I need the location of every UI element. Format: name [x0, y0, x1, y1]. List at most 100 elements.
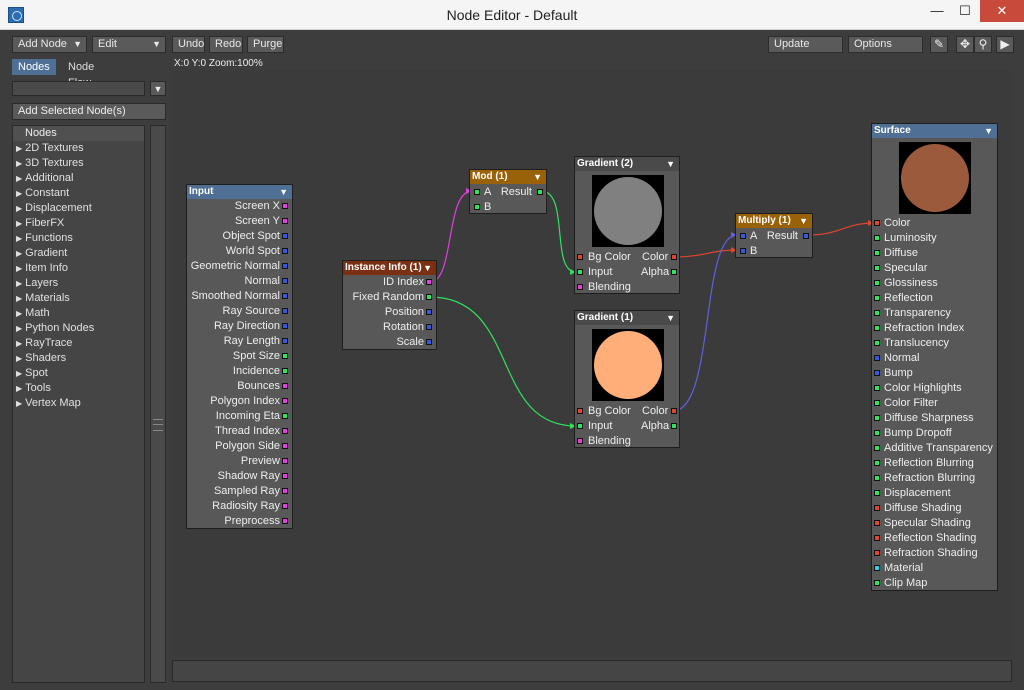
- surface-input-transparency[interactable]: Transparency: [874, 306, 951, 321]
- port-dot[interactable]: [282, 443, 288, 449]
- gradient-1-node[interactable]: Gradient (1) ▼ Bg Color Input Blending Co…: [574, 310, 680, 448]
- port-dot[interactable]: [874, 415, 880, 421]
- port-dot[interactable]: [282, 218, 288, 224]
- port-dot[interactable]: [803, 233, 809, 239]
- multiply-output-result[interactable]: Result: [767, 229, 798, 244]
- port-dot[interactable]: [740, 233, 746, 239]
- mod-node-title[interactable]: Mod (1) ▼: [470, 170, 546, 184]
- chevron-down-icon[interactable]: ▼: [666, 157, 675, 171]
- surface-input-clip-map[interactable]: Clip Map: [874, 576, 927, 591]
- mod-output-result[interactable]: Result: [501, 185, 532, 200]
- port-dot[interactable]: [282, 338, 288, 344]
- input-output-incoming-eta[interactable]: Incoming Eta: [216, 409, 280, 424]
- port-dot[interactable]: [874, 265, 880, 271]
- surface-input-luminosity[interactable]: Luminosity: [874, 231, 937, 246]
- port-dot[interactable]: [874, 565, 880, 571]
- mod-input-b[interactable]: B: [474, 200, 491, 215]
- port-dot[interactable]: [426, 309, 432, 315]
- gradient-1-color-output[interactable]: Color: [642, 404, 668, 419]
- port-dot[interactable]: [282, 248, 288, 254]
- surface-input-reflection[interactable]: Reflection: [874, 291, 933, 306]
- port-dot[interactable]: [874, 370, 880, 376]
- input-output-ray-source[interactable]: Ray Source: [223, 304, 280, 319]
- port-dot[interactable]: [671, 269, 677, 275]
- surface-input-material[interactable]: Material: [874, 561, 923, 576]
- input-output-sampled-ray[interactable]: Sampled Ray: [214, 484, 280, 499]
- port-dot[interactable]: [282, 293, 288, 299]
- port-dot[interactable]: [282, 353, 288, 359]
- port-dot[interactable]: [874, 475, 880, 481]
- port-dot[interactable]: [740, 248, 746, 254]
- port-dot[interactable]: [874, 520, 880, 526]
- port-dot[interactable]: [577, 284, 583, 290]
- port-dot[interactable]: [874, 505, 880, 511]
- port-dot[interactable]: [874, 430, 880, 436]
- surface-input-additive-transparency[interactable]: Additive Transparency: [874, 441, 993, 456]
- multiply-node[interactable]: Multiply (1) ▼ A B Result: [735, 213, 813, 258]
- port-dot[interactable]: [282, 473, 288, 479]
- port-dot[interactable]: [874, 355, 880, 361]
- port-dot[interactable]: [874, 490, 880, 496]
- gradient-1-bg-color-input[interactable]: Bg Color: [577, 404, 631, 419]
- gradient-1-alpha-output[interactable]: Alpha: [641, 419, 669, 434]
- input-output-ray-direction[interactable]: Ray Direction: [214, 319, 280, 334]
- port-dot[interactable]: [282, 278, 288, 284]
- port-dot[interactable]: [282, 233, 288, 239]
- port-dot[interactable]: [874, 220, 880, 226]
- port-dot[interactable]: [874, 535, 880, 541]
- gradient-1-node-title[interactable]: Gradient (1) ▼: [575, 311, 679, 325]
- surface-input-displacement[interactable]: Displacement: [874, 486, 951, 501]
- port-dot[interactable]: [874, 280, 880, 286]
- surface-input-refraction-index[interactable]: Refraction Index: [874, 321, 964, 336]
- input-output-geometric-normal[interactable]: Geometric Normal: [191, 259, 280, 274]
- port-dot[interactable]: [426, 339, 432, 345]
- port-dot[interactable]: [426, 324, 432, 330]
- port-dot[interactable]: [577, 254, 583, 260]
- gradient-1-blending-input[interactable]: Blending: [577, 434, 631, 449]
- chevron-down-icon[interactable]: ▼: [533, 170, 542, 184]
- port-dot[interactable]: [874, 580, 880, 586]
- input-output-polygon-index[interactable]: Polygon Index: [210, 394, 280, 409]
- input-output-thread-index[interactable]: Thread Index: [215, 424, 280, 439]
- input-node-title[interactable]: Input ▼: [187, 185, 292, 199]
- port-dot[interactable]: [577, 408, 583, 414]
- input-output-incidence[interactable]: Incidence: [233, 364, 280, 379]
- surface-input-reflection-blurring[interactable]: Reflection Blurring: [874, 456, 974, 471]
- surface-input-normal[interactable]: Normal: [874, 351, 919, 366]
- port-dot[interactable]: [671, 254, 677, 260]
- input-output-world-spot[interactable]: World Spot: [226, 244, 280, 259]
- surface-input-specular[interactable]: Specular: [874, 261, 927, 276]
- input-output-screen-y[interactable]: Screen Y: [235, 214, 280, 229]
- port-dot[interactable]: [671, 408, 677, 414]
- gradient-2-color-output[interactable]: Color: [642, 250, 668, 265]
- input-output-preprocess[interactable]: Preprocess: [224, 514, 280, 529]
- surface-input-refraction-blurring[interactable]: Refraction Blurring: [874, 471, 975, 486]
- gradient-1-input[interactable]: Input: [577, 419, 612, 434]
- surface-input-diffuse[interactable]: Diffuse: [874, 246, 918, 261]
- port-dot[interactable]: [426, 294, 432, 300]
- surface-input-color-highlights[interactable]: Color Highlights: [874, 381, 962, 396]
- instance-info-output-id-index[interactable]: ID Index: [383, 275, 424, 290]
- port-dot[interactable]: [282, 398, 288, 404]
- instance-info-output-rotation[interactable]: Rotation: [383, 320, 424, 335]
- input-node[interactable]: Input ▼ Screen X Screen Y Object Spot World …: [186, 184, 293, 529]
- surface-input-diffuse-shading[interactable]: Diffuse Shading: [874, 501, 961, 516]
- port-dot[interactable]: [874, 400, 880, 406]
- gradient-2-node-title[interactable]: Gradient (2) ▼: [575, 157, 679, 171]
- port-dot[interactable]: [474, 204, 480, 210]
- port-dot[interactable]: [874, 235, 880, 241]
- multiply-node-title[interactable]: Multiply (1) ▼: [736, 214, 812, 228]
- port-dot[interactable]: [282, 503, 288, 509]
- gradient-2-input[interactable]: Input: [577, 265, 612, 280]
- port-dot[interactable]: [874, 340, 880, 346]
- surface-input-diffuse-sharpness[interactable]: Diffuse Sharpness: [874, 411, 974, 426]
- instance-info-output-fixed-random[interactable]: Fixed Random: [352, 290, 424, 305]
- multiply-input-b[interactable]: B: [740, 244, 757, 259]
- input-output-shadow-ray[interactable]: Shadow Ray: [218, 469, 280, 484]
- surface-node-title[interactable]: Surface ▼: [872, 124, 997, 138]
- surface-input-refraction-shading[interactable]: Refraction Shading: [874, 546, 978, 561]
- port-dot[interactable]: [282, 413, 288, 419]
- mod-input-a[interactable]: A: [474, 185, 491, 200]
- instance-info-node-title[interactable]: Instance Info (1) ▼: [343, 261, 436, 275]
- surface-input-reflection-shading[interactable]: Reflection Shading: [874, 531, 976, 546]
